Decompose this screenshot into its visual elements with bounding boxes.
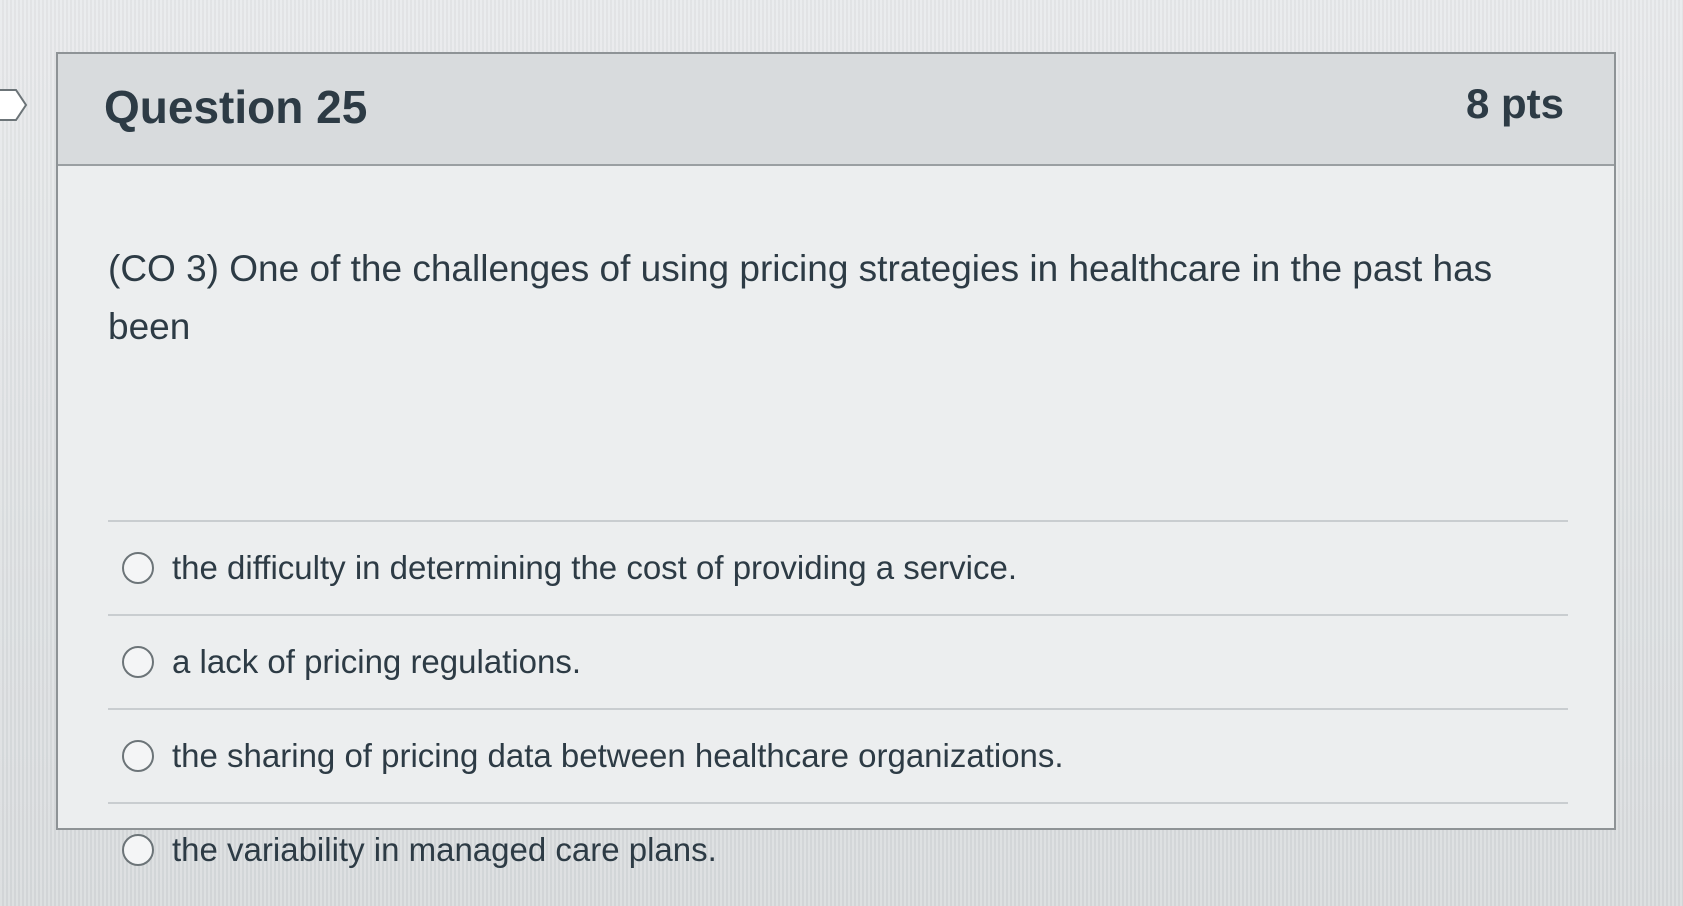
question-title: Question 25 [104,81,368,133]
answer-list: the difficulty in determining the cost o… [108,520,1568,896]
answer-option-3[interactable]: the sharing of pricing data between heal… [108,710,1568,804]
flag-marker-icon[interactable] [0,88,30,122]
radio-unselected-icon[interactable] [122,834,154,866]
answer-option-1[interactable]: the difficulty in determining the cost o… [108,522,1568,616]
question-points: 8 pts [1465,80,1564,127]
answer-label[interactable]: a lack of pricing regulations. [172,643,581,681]
radio-unselected-icon[interactable] [122,552,154,584]
question-card: Question 25 8 pts (CO 3) One of the chal… [56,52,1616,868]
answer-option-4[interactable]: the variability in managed care plans. [108,804,1568,896]
question-header: Question 25 8 pts [58,54,1614,166]
answer-label[interactable]: the variability in managed care plans. [172,831,717,869]
answer-option-2[interactable]: a lack of pricing regulations. [108,616,1568,710]
answer-label[interactable]: the difficulty in determining the cost o… [172,549,1017,587]
answer-label[interactable]: the sharing of pricing data between heal… [172,737,1064,775]
question-text: (CO 3) One of the challenges of using pr… [108,248,1493,347]
radio-unselected-icon[interactable] [122,646,154,678]
radio-unselected-icon[interactable] [122,740,154,772]
